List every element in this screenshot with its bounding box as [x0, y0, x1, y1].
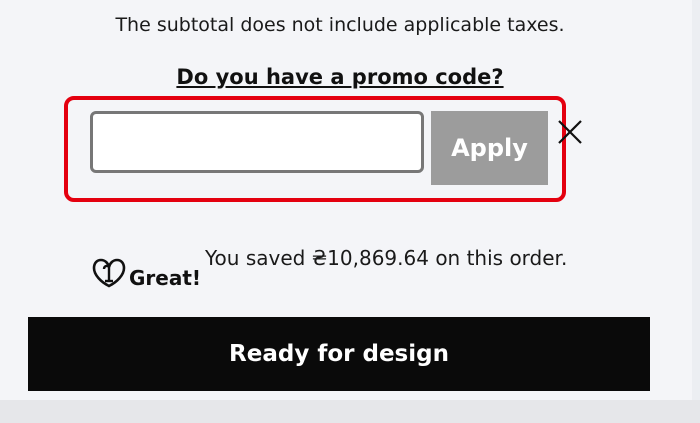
savings-badge: Great! [129, 266, 202, 290]
promo-code-input[interactable] [90, 111, 424, 173]
scrollbar-track [692, 0, 700, 400]
apply-button[interactable]: Apply [431, 111, 548, 185]
savings-message: You saved ₴10,869.64 on this order. [205, 246, 568, 270]
page-bottom-edge [0, 400, 700, 423]
subtotal-note: The subtotal does not include applicable… [115, 14, 565, 36]
savings-message-block: Great! You saved ₴10,869.64 on this orde… [92, 244, 652, 294]
close-icon[interactable] [556, 118, 584, 146]
ready-for-design-button[interactable]: Ready for design [28, 317, 650, 391]
godaddy-logo-icon [92, 258, 126, 288]
promo-code-link[interactable]: Do you have a promo code? [0, 65, 680, 89]
